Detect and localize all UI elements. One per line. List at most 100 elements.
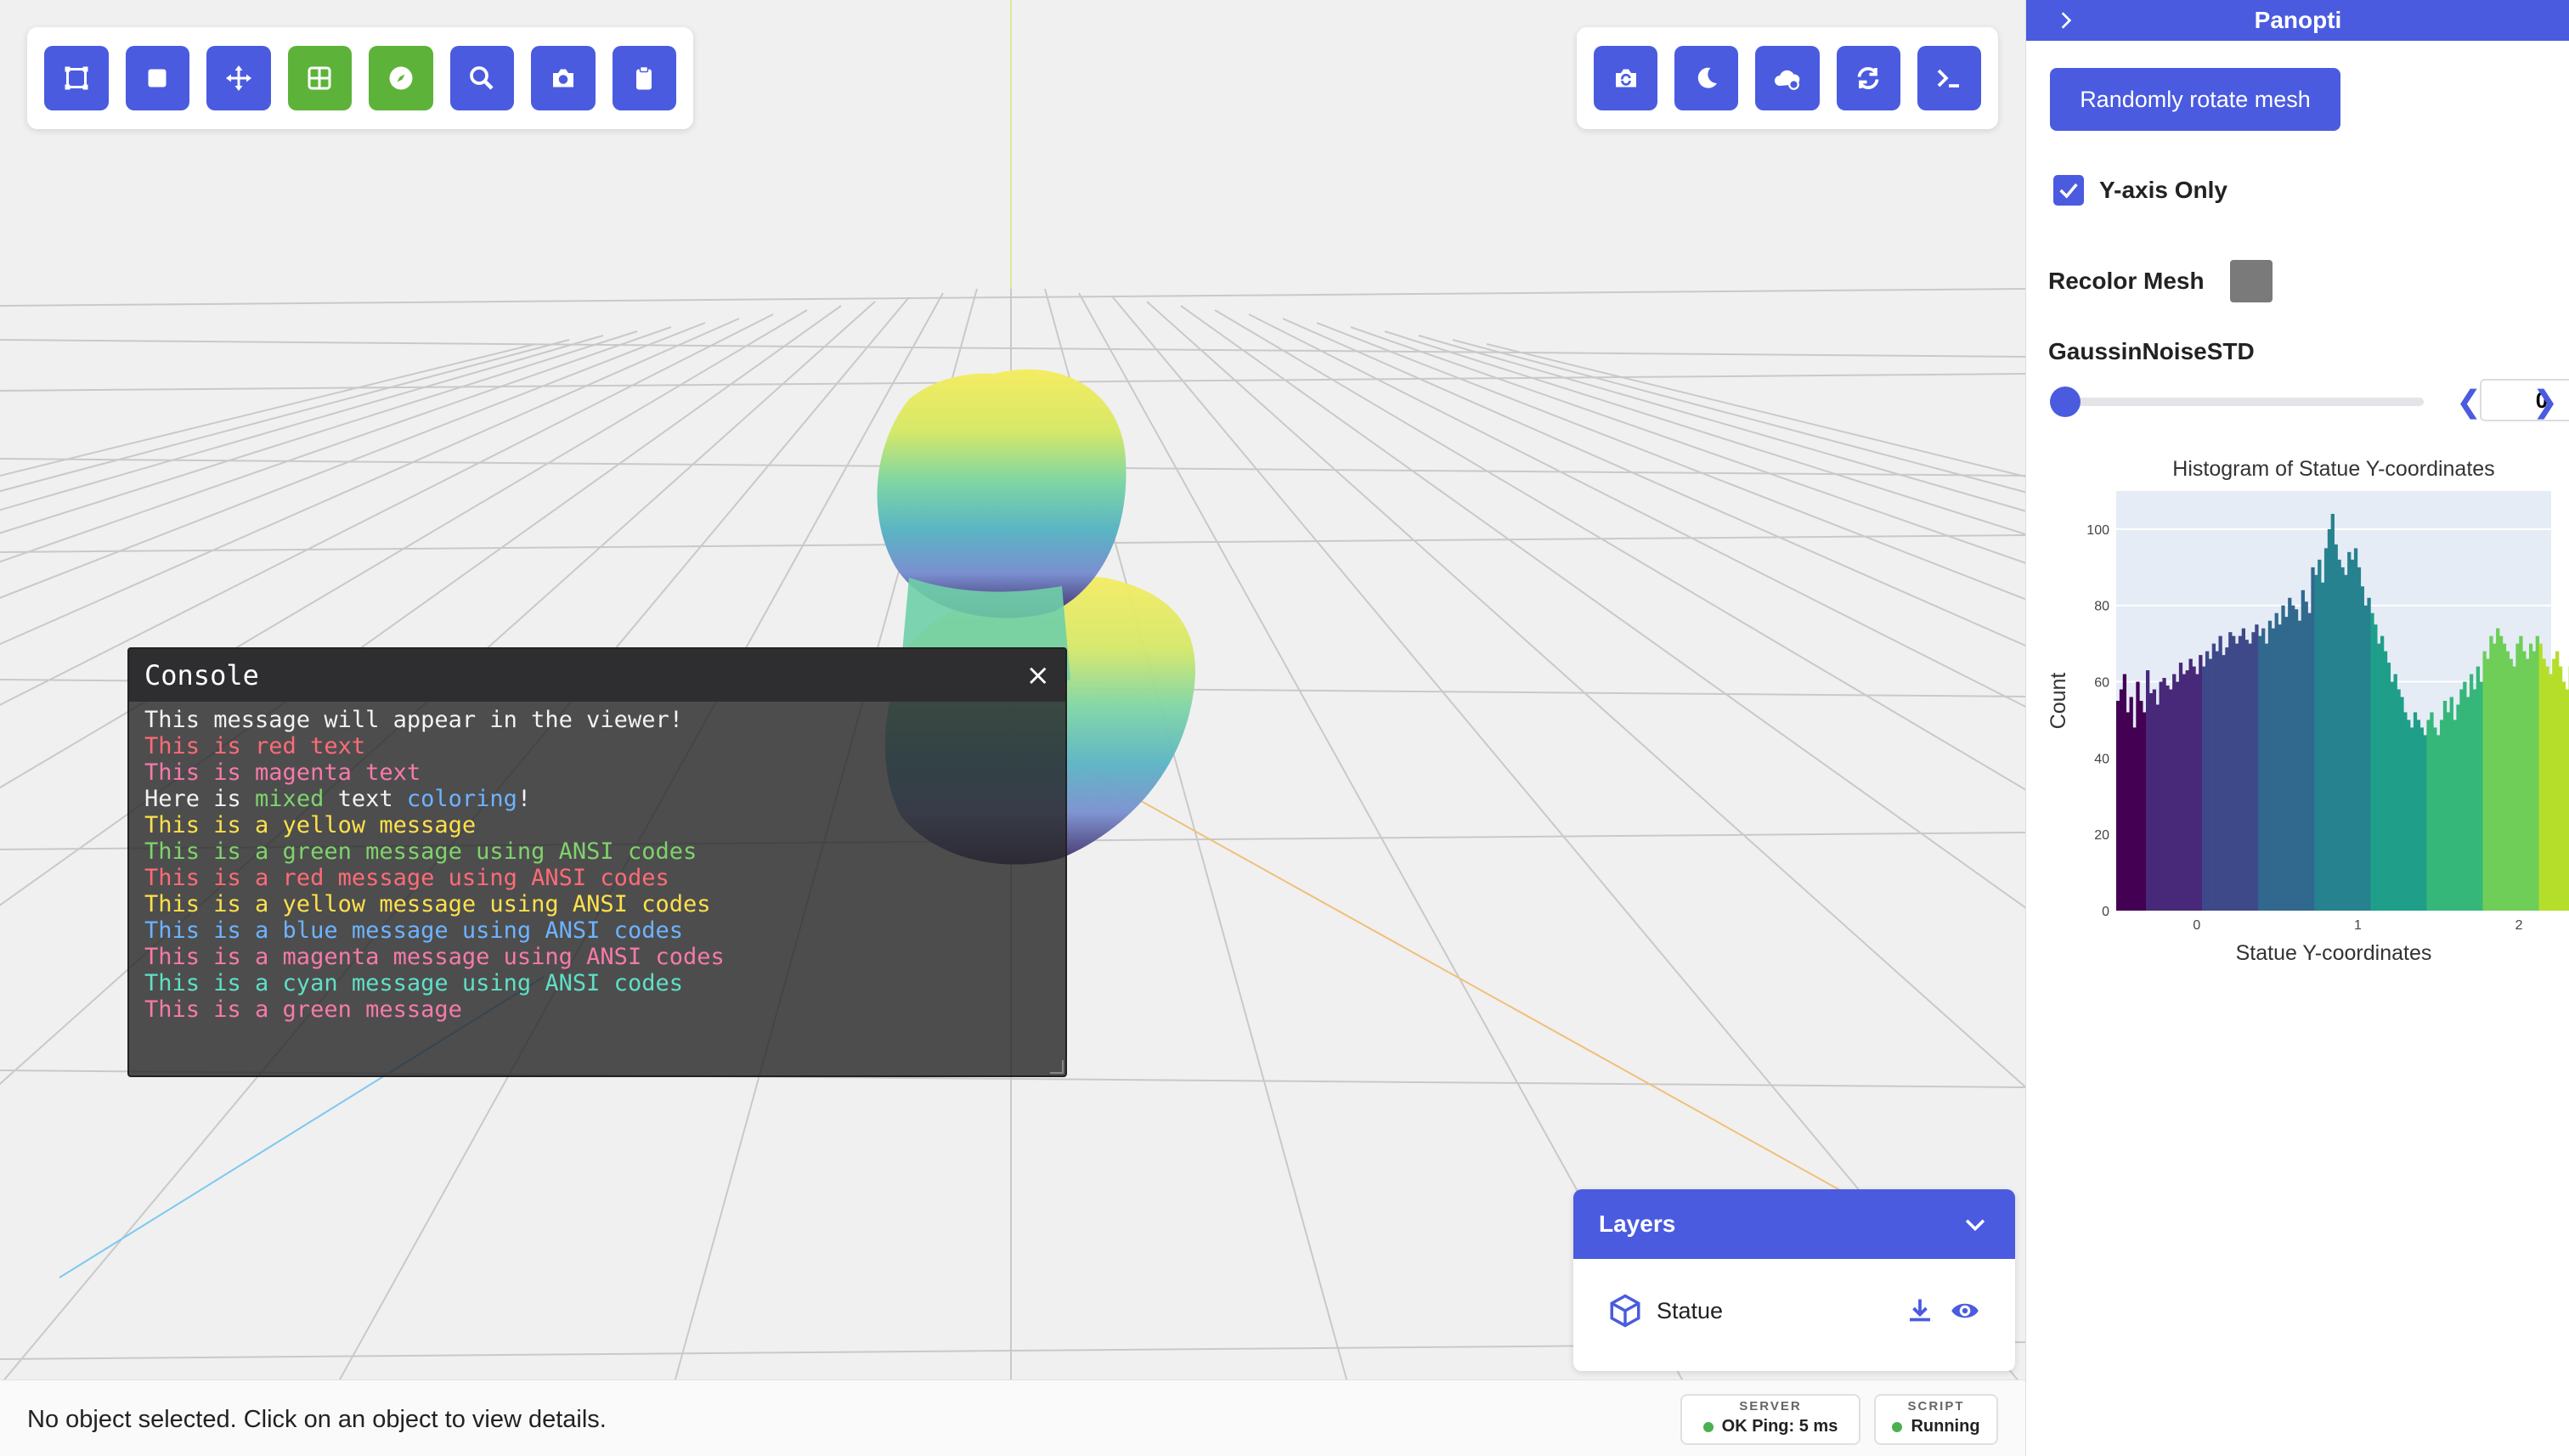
recolor-mesh-control: Recolor Mesh	[2048, 260, 2273, 302]
console-text-segment: This is red text	[144, 733, 366, 759]
console-line: This is magenta text	[144, 759, 1050, 786]
increment-chevron-icon[interactable]: ❯	[2532, 384, 2558, 420]
histogram-bar	[2538, 643, 2543, 911]
console-line: This is a yellow message	[144, 812, 1050, 838]
histogram-bar	[2532, 651, 2537, 911]
histogram-bar	[2419, 727, 2424, 911]
y-tick-label: 20	[2094, 828, 2109, 843]
histogram-bar	[2192, 666, 2196, 911]
histogram-bar	[2498, 635, 2504, 911]
script-status-badge: SCRIPT Running	[1874, 1394, 1998, 1445]
x-tick-label: 1	[2354, 918, 2362, 933]
histogram-bar	[2476, 666, 2481, 911]
camera-switch-icon[interactable]	[1594, 46, 1658, 110]
download-icon[interactable]	[1905, 1295, 1935, 1326]
console-text-segment: This is a green message using ANSI codes	[144, 838, 697, 865]
console-line: This is a green message	[144, 996, 1050, 1023]
histogram-bar	[2307, 612, 2312, 911]
histogram-bar	[2129, 697, 2133, 911]
grid-line	[0, 288, 2025, 307]
histogram-bar	[2143, 712, 2147, 911]
panopti-panel: Panopti Randomly rotate mesh Y-axis Only…	[2025, 0, 2569, 1456]
console-line: This is a magenta message using ANSI cod…	[144, 944, 1050, 970]
histogram-bar	[2199, 655, 2203, 911]
console-window[interactable]: Console × This message will appear in th…	[127, 647, 1067, 1077]
noise-slider-thumb[interactable]	[2050, 387, 2081, 417]
histogram-chart[interactable]: 0 20 40 60 80 100 0 1 2 Histogram of Statue Y-c…	[2026, 450, 2569, 977]
console-line: This is a yellow message using ANSI code…	[144, 891, 1050, 917]
histogram-bar	[2301, 590, 2305, 911]
checkbox-checked-icon[interactable]	[2053, 175, 2084, 206]
console-text-segment: Here is	[144, 786, 256, 812]
clipboard-icon[interactable]	[612, 46, 676, 110]
y-tick-label: 60	[2094, 676, 2109, 691]
decrement-chevron-icon[interactable]: ❮	[2456, 384, 2481, 420]
histogram-bar	[2267, 620, 2273, 911]
layer-item-statue[interactable]: Statue	[1573, 1259, 2015, 1363]
console-line: Here is mixed text coloring!	[144, 786, 1050, 812]
eye-icon[interactable]	[1949, 1295, 1981, 1327]
console-text-segment: This is a yellow message	[144, 812, 477, 838]
histogram-bar	[2178, 663, 2183, 911]
histogram-bar	[2377, 643, 2381, 911]
refresh-icon[interactable]	[1836, 46, 1900, 110]
cloud-sync-icon[interactable]	[1755, 46, 1820, 110]
close-icon[interactable]: ×	[1026, 658, 1051, 692]
histogram-bar	[2288, 597, 2292, 911]
histogram-bar	[2165, 686, 2170, 911]
histogram-bar	[2122, 674, 2127, 911]
console-text-segment: This is a yellow message using ANSI code…	[144, 891, 711, 917]
histogram-bar	[2185, 670, 2189, 911]
histogram-bar	[2479, 681, 2483, 911]
frame-select-icon[interactable]	[44, 46, 109, 110]
histogram-bar	[2386, 663, 2391, 911]
grid-icon[interactable]	[287, 46, 352, 110]
moon-icon[interactable]	[1674, 46, 1739, 110]
noise-slider-track[interactable]	[2065, 398, 2424, 406]
histogram-bar	[2407, 720, 2411, 911]
histogram-bar	[2442, 701, 2448, 911]
histogram-bar	[2535, 635, 2539, 911]
histogram-bar	[2291, 605, 2295, 911]
terminal-icon[interactable]	[1917, 46, 1982, 110]
y-axis-label: Count	[2047, 673, 2070, 730]
layers-header[interactable]: Layers	[1573, 1189, 2015, 1259]
histogram-bar	[2323, 548, 2329, 911]
console-text-segment: This is a red message using ANSI codes	[144, 865, 669, 891]
chevron-right-icon[interactable]	[2055, 9, 2077, 31]
move-arrows-icon[interactable]	[206, 46, 271, 110]
chevron-down-icon[interactable]	[1961, 1210, 1990, 1239]
server-status-badge: SERVER OK Ping: 5 ms	[1680, 1394, 1860, 1445]
histogram-bar	[2182, 674, 2187, 911]
camera-icon[interactable]	[531, 46, 596, 110]
histogram-bar	[2509, 658, 2513, 911]
randomly-rotate-button[interactable]: Randomly rotate mesh	[2050, 68, 2340, 131]
histogram-bar	[2188, 658, 2193, 911]
histogram-bar	[2271, 628, 2275, 911]
histogram-bar	[2136, 681, 2140, 911]
histogram-bar	[2423, 735, 2427, 911]
histogram-bar	[2264, 643, 2269, 911]
console-line: This is a cyan message using ANSI codes	[144, 970, 1050, 996]
histogram-bar	[2232, 635, 2236, 911]
color-picker-swatch[interactable]	[2229, 260, 2273, 302]
square-icon[interactable]	[125, 46, 189, 110]
search-icon[interactable]	[449, 46, 514, 110]
histogram-bar	[2228, 632, 2233, 911]
layers-title: Layers	[1599, 1211, 1676, 1237]
histogram-bar	[2390, 681, 2394, 911]
histogram-bar	[2205, 651, 2210, 911]
histogram-bar	[2558, 666, 2563, 911]
resize-handle[interactable]	[1050, 1060, 1064, 1074]
y-tick-label: 0	[2102, 905, 2109, 919]
compass-icon[interactable]	[369, 46, 433, 110]
console-header[interactable]: Console ×	[129, 649, 1065, 702]
histogram-bar	[2116, 701, 2120, 911]
histogram-bar	[2380, 635, 2385, 911]
histogram-bar	[2353, 548, 2358, 911]
x-tick-labels: 0 1 2	[2193, 918, 2522, 933]
layer-name: Statue	[1657, 1297, 1724, 1323]
yaxis-only-checkbox[interactable]: Y-axis Only	[2053, 175, 2227, 206]
3d-viewport[interactable]: Console × This message will appear in th…	[0, 0, 2025, 1456]
histogram-bar	[2241, 628, 2246, 911]
